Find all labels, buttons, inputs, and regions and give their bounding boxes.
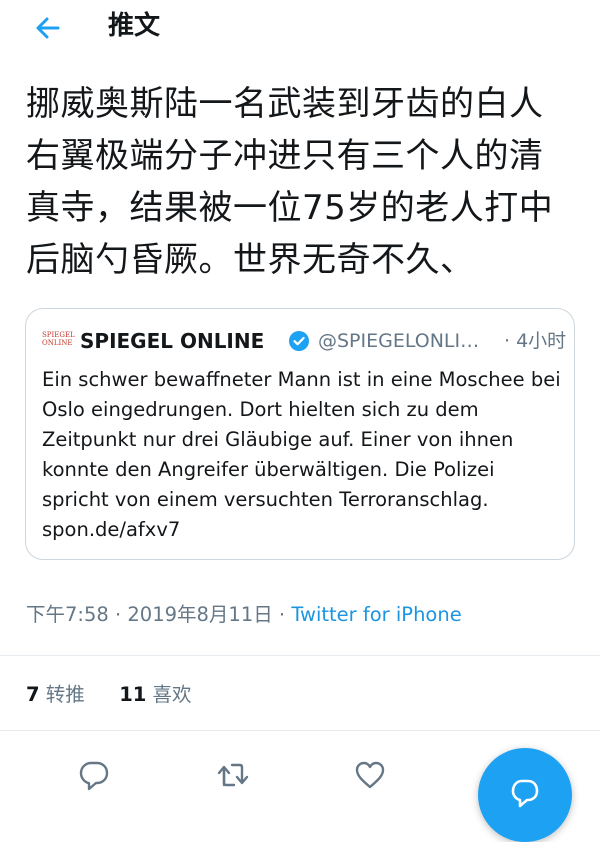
quoted-tweet-text: Ein schwer bewaffneter Mann ist in eine … bbox=[42, 368, 561, 541]
retweet-label[interactable]: 转推 bbox=[46, 683, 85, 706]
tweet-text: 挪威奥斯陆一名武装到牙齿的白人右翼极端分子冲进只有三个人的清真寺，结果被一位75… bbox=[26, 84, 554, 280]
verified-badge-icon bbox=[289, 331, 309, 351]
quoted-author-name: SPIEGEL ONLINE bbox=[80, 329, 265, 353]
retweet-count[interactable]: 7 bbox=[26, 683, 40, 706]
divider bbox=[0, 730, 600, 731]
page-title: 推文 bbox=[108, 11, 161, 41]
logo-text-line2: ONLINE bbox=[42, 339, 73, 347]
arrow-left-icon bbox=[36, 17, 60, 39]
quoted-tweet-card[interactable]: SPIEGEL ONLINE SPIEGEL ONLINE @SPIEGELON… bbox=[25, 308, 575, 560]
compose-reply-icon bbox=[511, 779, 539, 808]
logo-text-line1: SPIEGEL bbox=[42, 331, 75, 339]
quoted-author-handle: @SPIEGELONLI… bbox=[318, 330, 480, 352]
tweet-timestamp-line: 下午7:58 · 2019年8月11日 · Twitter for iPhone bbox=[26, 600, 462, 630]
retweet-icon[interactable] bbox=[216, 758, 250, 792]
tweet-stats: 7 转推 11 喜欢 bbox=[26, 680, 192, 710]
tweet-source-link[interactable]: Twitter for iPhone bbox=[291, 603, 461, 626]
top-bar: 推文 bbox=[0, 0, 600, 56]
spiegel-logo: SPIEGEL ONLINE bbox=[42, 331, 75, 349]
tweet-datetime: 下午7:58 · 2019年8月11日 · bbox=[26, 603, 292, 626]
heart-icon[interactable] bbox=[353, 758, 387, 792]
reply-icon[interactable] bbox=[77, 758, 111, 792]
divider bbox=[0, 655, 600, 656]
like-label[interactable]: 喜欢 bbox=[153, 683, 192, 706]
quoted-tweet-header: SPIEGEL ONLINE SPIEGEL ONLINE @SPIEGELON… bbox=[42, 325, 566, 357]
like-count[interactable]: 11 bbox=[119, 683, 146, 706]
back-button[interactable] bbox=[30, 10, 66, 46]
quoted-tweet-time: · 4小时 bbox=[504, 330, 567, 352]
